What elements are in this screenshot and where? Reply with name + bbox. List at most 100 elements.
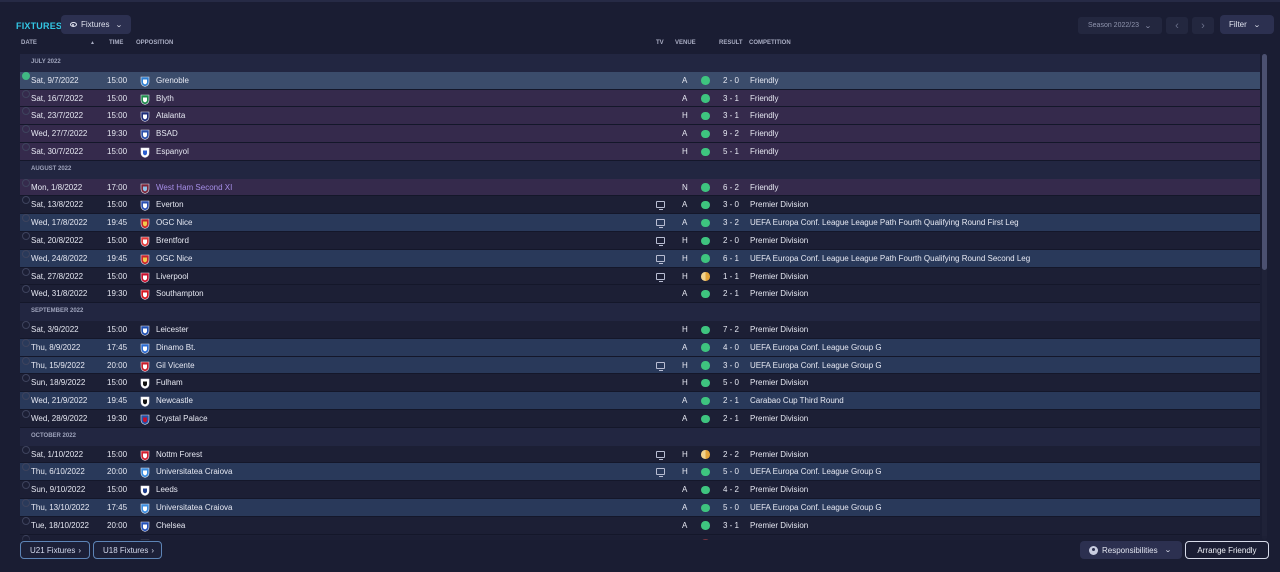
opponent-link[interactable]: Leicester — [156, 321, 188, 339]
opponent-link[interactable]: Gil Vicente — [156, 357, 195, 375]
match-competition[interactable]: Premier Division — [750, 446, 808, 464]
column-header-competition[interactable]: COMPETITION — [749, 40, 791, 46]
table-row[interactable]: Thu, 8/9/2022 17:45 Dinamo Bt. A 4 - 0 UEFA E… — [20, 338, 1260, 357]
filter-button[interactable]: Filter ⌄ — [1220, 15, 1274, 34]
match-competition[interactable]: Friendly — [750, 107, 778, 125]
match-competition[interactable]: UEFA Europa Conf. League Group G — [750, 463, 882, 481]
table-row[interactable]: Wed, 21/9/2022 19:45 Newcastle A 2 - 1 Caraba… — [20, 392, 1260, 410]
opponent-link[interactable]: Brentford — [156, 232, 189, 250]
match-competition[interactable]: UEFA Europa Conf. League Group G — [750, 339, 882, 357]
match-result[interactable]: 6 - 2 — [723, 179, 739, 197]
opponent-link[interactable]: Nottm Forest — [156, 446, 202, 464]
opponent-link[interactable]: Chelsea — [156, 517, 185, 535]
column-header-tv[interactable]: TV — [656, 40, 664, 46]
opponent-link[interactable]: Blyth — [156, 90, 174, 108]
match-result[interactable]: 3 - 0 — [723, 196, 739, 214]
table-row[interactable]: Sun, 9/10/2022 15:00 Leeds A 4 - 2 Premier Di… — [20, 481, 1260, 499]
match-competition[interactable]: Friendly — [750, 125, 778, 143]
match-competition[interactable]: Premier Division — [750, 374, 808, 392]
opponent-link[interactable]: Universitatea Craiova — [156, 499, 232, 517]
opponent-link[interactable]: Newcastle — [156, 392, 193, 410]
match-competition[interactable]: UEFA Europa Conf. League Group G — [750, 499, 882, 517]
match-competition[interactable]: Premier Division — [750, 321, 808, 339]
opponent-link[interactable]: Southampton — [156, 285, 204, 303]
match-competition[interactable]: Premier Division — [750, 196, 808, 214]
opponent-link[interactable]: Everton — [156, 196, 184, 214]
match-competition[interactable]: Friendly — [750, 143, 778, 161]
opponent-link[interactable]: Grenoble — [156, 72, 189, 90]
u21-fixtures-button[interactable]: U21 Fixtures › — [20, 541, 90, 559]
table-row[interactable]: Thu, 13/10/2022 17:45 Universitatea Craiov… — [20, 498, 1260, 517]
match-competition[interactable]: Premier Division — [750, 410, 808, 428]
table-row[interactable]: Sat, 30/7/2022 15:00 Espanyol H 5 - 1 Friendl… — [20, 142, 1260, 161]
table-row[interactable]: Wed, 17/8/2022 19:45 OGC Nice A 3 - 2 UEFA Eu… — [20, 214, 1260, 232]
column-header-time[interactable]: TIME — [109, 40, 123, 46]
match-competition[interactable]: Carabao Cup Third Round — [750, 392, 844, 410]
match-result[interactable]: 2 - 1 — [723, 285, 739, 303]
table-row[interactable]: Wed, 24/8/2022 19:45 OGC Nice H 6 - 1 UEFA Eu… — [20, 249, 1260, 268]
opponent-link[interactable]: BSAD — [156, 125, 178, 143]
match-competition[interactable]: Friendly — [750, 72, 778, 90]
next-season-button[interactable]: › — [1192, 17, 1214, 34]
match-competition[interactable]: UEFA Europa Conf. League League Path Fou… — [750, 214, 1019, 232]
match-result[interactable]: 2 - 2 — [723, 446, 739, 464]
match-result[interactable]: 3 - 2 — [723, 214, 739, 232]
match-competition[interactable]: Friendly — [750, 90, 778, 108]
opponent-link[interactable]: OGC Nice — [156, 214, 192, 232]
table-row[interactable]: Sat, 9/7/2022 15:00 Grenoble A 2 - 0 Friendly — [20, 71, 1260, 90]
table-row[interactable]: Sat, 20/8/2022 15:00 Brentford H 2 - 0 Premie… — [20, 231, 1260, 250]
match-competition[interactable]: UEFA Europa Conf. League League Path Fou… — [750, 250, 1030, 268]
view-selector-button[interactable]: Fixtures ⌄ — [61, 15, 131, 34]
table-row[interactable]: Sat, 3/9/2022 15:00 Leicester H 7 - 2 Premier… — [20, 320, 1260, 339]
arrange-friendly-button[interactable]: Arrange Friendly — [1185, 541, 1269, 559]
opponent-link[interactable]: Fulham — [156, 374, 183, 392]
opponent-link[interactable]: Espanyol — [156, 143, 189, 161]
match-result[interactable]: 3 - 0 — [723, 357, 739, 375]
match-competition[interactable]: Premier Division — [750, 517, 808, 535]
column-header-result[interactable]: RESULT — [719, 40, 743, 46]
scrollbar[interactable] — [1262, 54, 1267, 540]
table-row[interactable]: Sat, 23/7/2022 15:00 Atalanta H 3 - 1 Friendl… — [20, 107, 1260, 126]
opponent-link[interactable]: Leeds — [156, 481, 178, 499]
responsibilities-button[interactable]: Responsibilities ⌄ — [1080, 541, 1182, 559]
table-row[interactable]: Wed, 28/9/2022 19:30 Crystal Palace A 2 - 1 P… — [20, 409, 1260, 428]
match-result[interactable]: 9 - 2 — [723, 125, 739, 143]
previous-season-button[interactable]: ‹ — [1166, 17, 1188, 34]
match-result[interactable]: 5 - 0 — [723, 499, 739, 517]
match-competition[interactable]: Premier Division — [750, 268, 808, 286]
match-competition[interactable]: UEFA Europa Conf. League Group G — [750, 357, 882, 375]
match-result[interactable]: 3 - 1 — [723, 90, 739, 108]
column-header-opposition[interactable]: OPPOSITION — [136, 40, 173, 46]
match-result[interactable]: 5 - 0 — [723, 463, 739, 481]
table-row[interactable]: Tue, 18/10/2022 20:00 Chelsea A 3 - 1 Premier… — [20, 516, 1260, 535]
match-result[interactable]: 4 - 0 — [723, 339, 739, 357]
match-result[interactable]: 6 - 1 — [723, 250, 739, 268]
match-competition[interactable]: Friendly — [750, 179, 778, 197]
opponent-link[interactable]: Liverpool — [156, 268, 188, 286]
opponent-link[interactable]: Atalanta — [156, 107, 185, 125]
opponent-link[interactable]: West Ham Second XI — [156, 179, 232, 197]
table-row[interactable]: Sat, 16/7/2022 15:00 Blyth A 3 - 1 Friendly — [20, 89, 1260, 108]
match-result[interactable]: 2 - 0 — [723, 232, 739, 250]
table-row[interactable]: Sat, 1/10/2022 15:00 Nottm Forest H 2 - 2 Pre… — [20, 445, 1260, 464]
sort-ascending-icon[interactable]: ▲ — [90, 40, 95, 46]
table-row[interactable]: Wed, 31/8/2022 19:30 Southampton A 2 - 1 Prem… — [20, 285, 1260, 304]
match-result[interactable]: 2 - 0 — [723, 72, 739, 90]
match-competition[interactable]: Premier Division — [750, 285, 808, 303]
match-result[interactable]: 2 - 1 — [723, 392, 739, 410]
season-selector[interactable]: Season 2022/23 ⌄ — [1078, 17, 1162, 34]
opponent-link[interactable]: Dinamo Bt. — [156, 339, 196, 357]
match-result[interactable]: 1 - 1 — [723, 268, 739, 286]
match-result[interactable]: 3 - 1 — [723, 517, 739, 535]
match-result[interactable]: 3 - 1 — [723, 107, 739, 125]
column-header-venue[interactable]: VENUE — [675, 40, 696, 46]
match-result[interactable]: 4 - 2 — [723, 481, 739, 499]
opponent-link[interactable]: Crystal Palace — [156, 410, 208, 428]
match-result[interactable]: 5 - 0 — [723, 374, 739, 392]
match-result[interactable]: 2 - 1 — [723, 410, 739, 428]
table-row[interactable]: Thu, 6/10/2022 20:00 Universitatea Craiova… — [20, 463, 1260, 482]
table-row[interactable]: Sun, 18/9/2022 15:00 Fulham H 5 - 0 Premier D… — [20, 374, 1260, 393]
match-competition[interactable]: Premier Division — [750, 232, 808, 250]
match-competition[interactable]: Premier Division — [750, 481, 808, 499]
table-row[interactable]: Thu, 15/9/2022 20:00 Gil Vicente H 3 - 0 UEFA… — [20, 356, 1260, 375]
